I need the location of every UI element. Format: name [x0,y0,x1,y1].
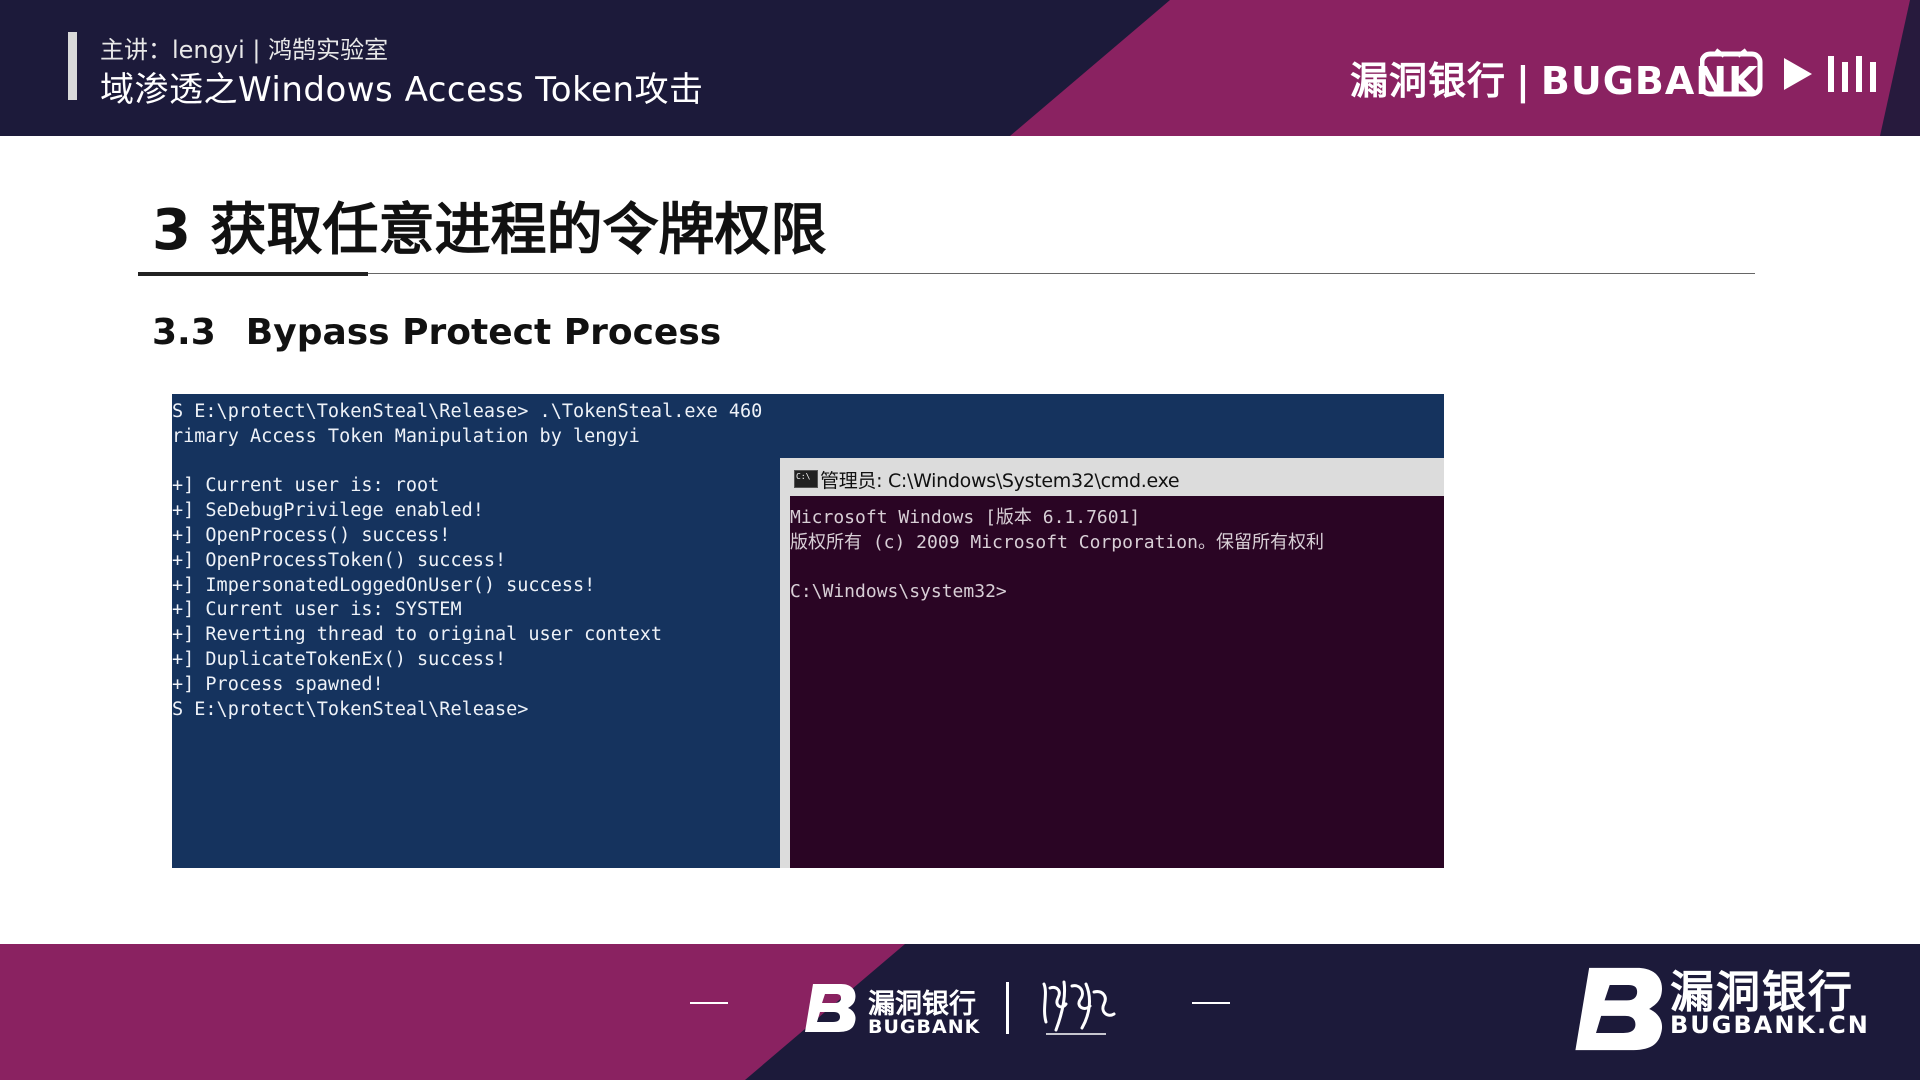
powershell-line: +] DuplicateTokenEx() success! [172,648,507,670]
powershell-line: +] SeDebugPrivilege enabled! [172,500,484,522]
powershell-prompt: S E:\protect\TokenSteal\Release> [172,698,529,720]
powershell-line: +] Process spawned! [172,673,384,695]
powershell-line: +] Current user is: SYSTEM [172,599,462,621]
powershell-line [172,450,762,475]
title-divider [138,273,1755,274]
cmd-prompt-icon [794,470,818,488]
cmd-line [790,556,1444,581]
powershell-line: S E:\protect\TokenSteal\Release> .\Token… [172,401,763,422]
cmd-line: Microsoft Windows [版本 6.1.7601] [790,507,1141,528]
cmd-output: Microsoft Windows [版本 6.1.7601] 版权所有 (c) … [790,506,1444,605]
powershell-line: +] OpenProcess() success! [172,524,451,546]
footer-brand-en: BUGBANK [868,1016,981,1038]
footer-separator [1006,982,1009,1034]
powershell-line: +] Current user is: root [172,475,440,497]
bugbank-b-logo-icon [805,984,856,1032]
cmd-window[interactable]: 管理员: C:\Windows\System32\cmd.exe Microso… [780,458,1444,868]
speaker-info: 主讲：lengyi | 鸿鹄实验室 [100,36,389,64]
section-title: Bypass Protect Process [245,312,722,353]
bilibili-logo-icon [1700,48,1876,97]
section-number: 3.3 [152,312,216,353]
title-divider-accent [138,272,368,276]
powershell-output: S E:\protect\TokenSteal\Release> .\Token… [172,400,762,722]
header-accent-bar [68,32,77,100]
cmd-line: 版权所有 (c) 2009 Microsoft Corporation。保留所有… [790,531,1324,553]
powershell-line: rimary Access Token Manipulation by leng… [172,425,640,447]
cmd-console[interactable]: Microsoft Windows [版本 6.1.7601] 版权所有 (c) … [790,506,1444,605]
footer-dash-right [1192,1002,1230,1004]
course-title: 域渗透之Windows Access Token攻击 [100,70,704,110]
powershell-line: +] OpenProcessToken() success! [172,549,507,571]
terminal-screenshot: S E:\protect\TokenSteal\Release> .\Token… [172,394,1444,868]
cmd-titlebar[interactable]: 管理员: C:\Windows\System32\cmd.exe [790,458,1444,496]
footer-dash-left [690,1002,728,1004]
bugbank-large-b-logo-icon [1575,967,1663,1051]
powershell-line: +] ImpersonatedLoggedOnUser() success! [172,574,596,596]
powershell-line: +] Reverting thread to original user con… [172,624,663,646]
cmd-window-title: 管理员: C:\Windows\System32\cmd.exe [820,470,1180,492]
calligraphy-signature-icon [1042,980,1116,1035]
cmd-prompt: C:\Windows\system32> [790,581,1007,603]
header-brand-cn: 漏洞银行 [1350,59,1507,103]
header-band: 主讲：lengyi | 鸿鹄实验室 域渗透之Windows Access Tok… [0,0,1920,136]
header-brand: 漏洞银行 | BUGBANK [1350,50,1759,105]
section-heading: 3.3 Bypass Protect Process [152,312,721,353]
slide-title: 3 获取任意进程的令牌权限 [152,198,827,263]
header-brand-separator: | [1516,59,1531,103]
footer-band: 漏洞银行 BUGBANK 漏洞银行 BUGBANK.CN [0,944,1920,1080]
footer-large-brand-en: BUGBANK.CN [1670,1011,1870,1039]
